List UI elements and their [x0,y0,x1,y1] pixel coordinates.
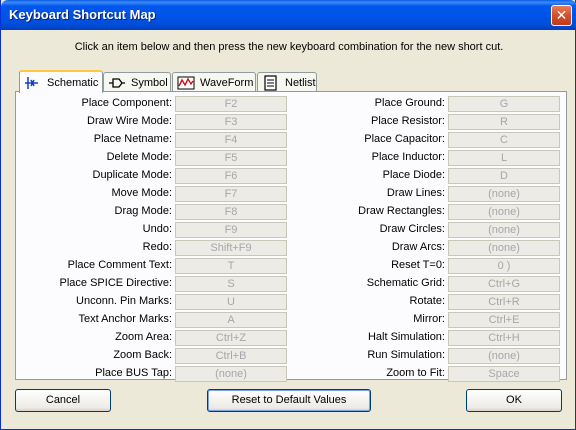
shortcut-label: Schematic Grid: [16,276,445,292]
shortcut-label-text: Run Simulation: [367,349,445,361]
shortcut-label-text: Draw Circles: [379,223,445,235]
shortcut-label-text: Halt Simulation: [367,331,445,343]
shortcut-key-field[interactable]: L [448,150,560,166]
shortcut-key-field[interactable]: G [448,96,560,112]
shortcut-label: Rotate: [16,294,445,310]
tab-label: Symbol [131,76,168,89]
shortcut-label: Run Simulation: [16,348,445,364]
waveform-icon [177,76,195,89]
ok-button[interactable]: OK [466,389,562,412]
shortcut-label-text: Place Diode: [382,169,445,181]
shortcut-label-text: Place Inductor: [371,151,445,163]
shortcut-label: Draw Lines: [16,186,445,202]
shortcut-label-text: Schematic Grid: [366,277,445,289]
shortcut-key-field[interactable]: Ctrl+R [448,294,560,310]
tab-label: WaveForm [200,76,254,89]
shortcut-label: Reset T=0: [16,258,445,274]
shortcut-label: Halt Simulation: [16,330,445,346]
shortcut-label: Place Inductor: [16,150,445,166]
keyboard-shortcut-dialog: Keyboard Shortcut Map ✕ Click an item be… [0,0,576,430]
close-button[interactable]: ✕ [551,5,572,26]
shortcut-label-text: Place Resistor: [371,115,445,127]
tab-label: Netlist [285,76,316,89]
shortcut-key-field[interactable]: R [448,114,560,130]
shortcut-label: Place Capacitor: [16,132,445,148]
shortcut-key-field[interactable]: Ctrl+H [448,330,560,346]
instruction-text: Click an item below and then press the n… [74,41,504,53]
cancel-button[interactable]: Cancel [15,389,111,412]
shortcut-label-text: Mirror: [413,313,445,325]
shortcut-key-field[interactable]: D [448,168,560,184]
shortcut-label: Mirror: [16,312,445,328]
shortcut-key-field[interactable]: Ctrl+E [448,312,560,328]
shortcut-key-field[interactable]: (none) [448,240,560,256]
shortcut-label: Place Diode: [16,168,445,184]
window-title: Keyboard Shortcut Map [9,7,156,22]
shortcut-label-text: Draw Arcs: [391,241,445,253]
shortcut-label-text: Reset T=0: [391,259,445,271]
reset-defaults-button[interactable]: Reset to Default Values [207,389,371,412]
shortcut-key-field[interactable]: Ctrl+G [448,276,560,292]
shortcut-label: Place Ground: [16,96,445,112]
shortcut-key-field[interactable]: (none) [448,204,560,220]
netlist-icon [264,74,277,91]
shortcut-key-field[interactable]: (none) [448,348,560,364]
schematic-icon [25,76,38,89]
shortcut-key-field[interactable]: C [448,132,560,148]
shortcut-label: Place Resistor: [16,114,445,130]
symbol-icon [109,77,125,88]
shortcut-label: Draw Rectangles: [16,204,445,220]
title-bar[interactable]: Keyboard Shortcut Map ✕ [1,0,576,30]
shortcut-key-field[interactable]: (none) [448,222,560,238]
shortcut-label-text: Rotate: [409,295,445,307]
shortcut-label-text: Draw Lines: [386,187,445,199]
tab-netlist[interactable]: Netlist [257,72,317,92]
shortcut-label: Zoom to Fit: [16,366,445,382]
shortcut-label: Draw Arcs: [16,240,445,256]
shortcut-label-text: Draw Rectangles: [358,205,445,217]
tab-panel-schematic: Place Component: F2 Draw Wire Mode: F3 Place… [15,91,567,382]
tab-symbol[interactable]: Symbol [103,72,171,92]
shortcut-label-text: Place Ground: [374,97,445,109]
shortcut-label: Draw Circles: [16,222,445,238]
tab-schematic[interactable]: Schematic [19,70,103,93]
tab-label: Schematic [47,76,99,89]
shortcut-label-text: Place Capacitor: [364,133,445,145]
shortcut-label-text: Zoom to Fit: [386,367,445,379]
shortcut-key-field[interactable]: (none) [448,186,560,202]
tab-waveform[interactable]: WaveForm [172,72,256,92]
shortcut-key-field[interactable]: Space [448,366,560,382]
close-icon: ✕ [555,7,568,23]
shortcut-key-field[interactable]: 0 ) [448,258,560,274]
